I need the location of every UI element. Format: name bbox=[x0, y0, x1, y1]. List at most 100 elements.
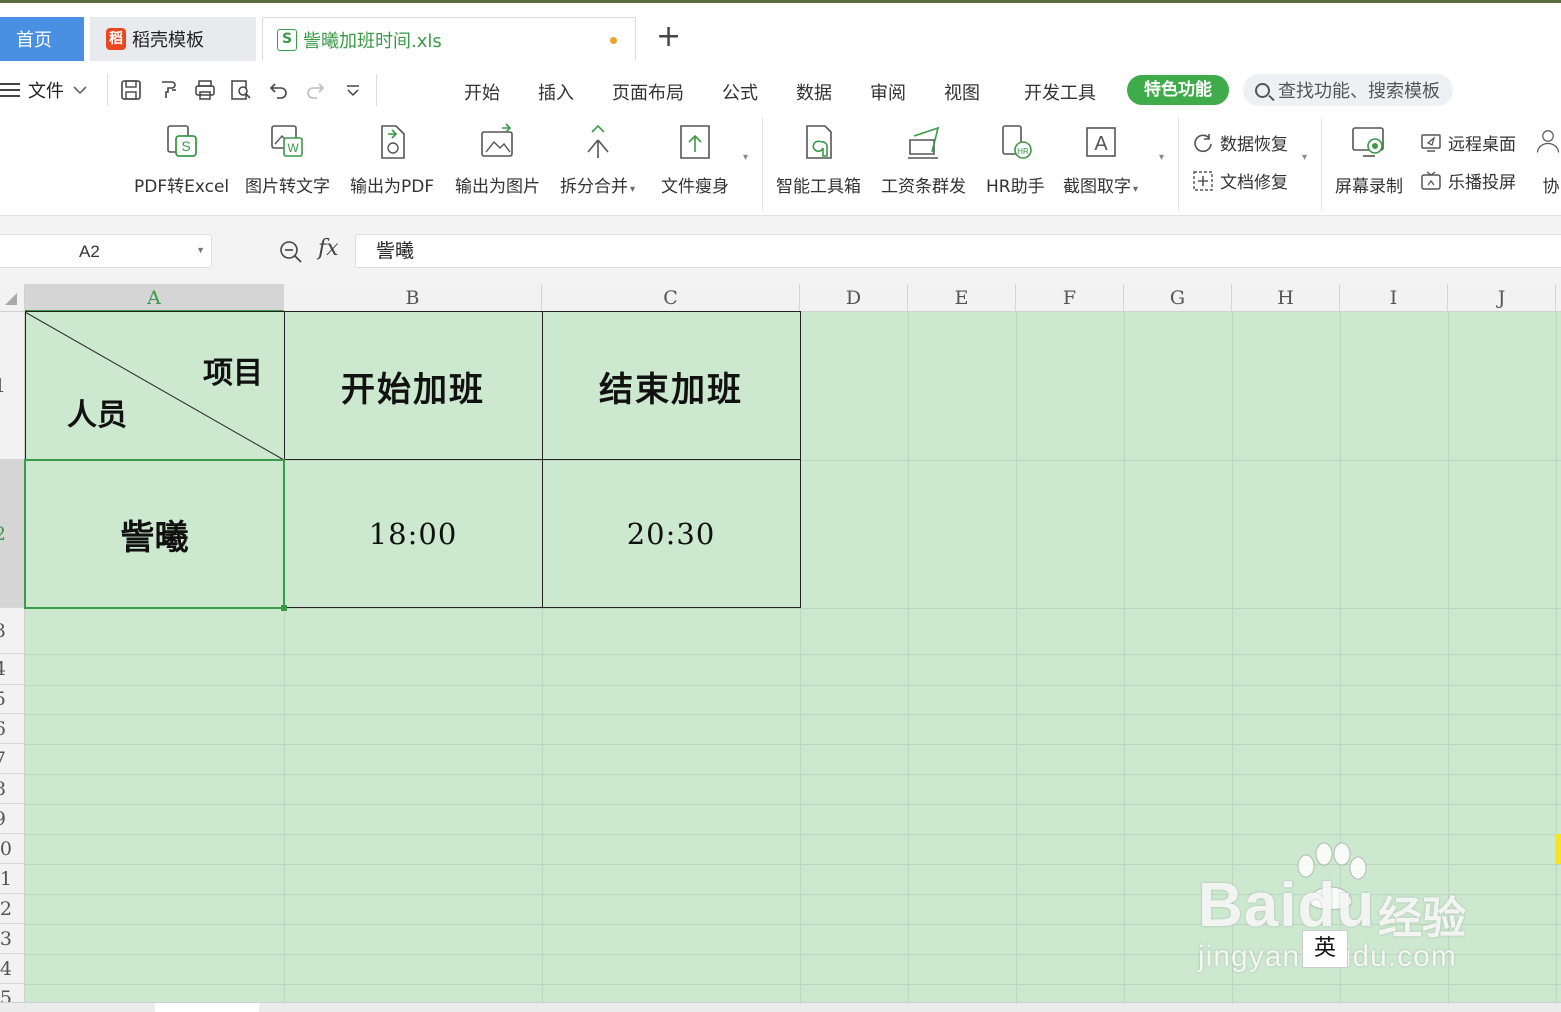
tab-file-label: 訾曦加班时间.xls bbox=[303, 30, 442, 52]
pdf-to-excel-button[interactable]: S PDF转Excel bbox=[134, 118, 229, 197]
fill-handle[interactable] bbox=[281, 605, 287, 611]
format-painter-icon[interactable] bbox=[157, 78, 181, 102]
tool-label: 文档修复 bbox=[1220, 173, 1288, 193]
print-preview-icon[interactable] bbox=[229, 78, 253, 102]
search-box[interactable]: 查找功能、搜索模板 bbox=[1243, 74, 1453, 106]
row-header-4[interactable]: 4 bbox=[0, 654, 25, 685]
row-header-14[interactable]: 14 bbox=[0, 954, 25, 984]
column-header-k[interactable] bbox=[1556, 284, 1561, 312]
svg-text:S: S bbox=[181, 138, 190, 154]
screenshot-ocr-button[interactable]: A 截图取字 ▾ bbox=[1063, 118, 1138, 197]
tab-formulas[interactable]: 公式 bbox=[722, 79, 758, 105]
customize-toolbar-icon[interactable] bbox=[341, 78, 365, 102]
column-header-i[interactable]: I bbox=[1340, 284, 1448, 312]
row-header-3[interactable]: 3 bbox=[0, 608, 25, 654]
ribbon-more-caret-icon[interactable]: ▾ bbox=[743, 152, 748, 163]
column-header-a[interactable]: A bbox=[25, 284, 284, 312]
row-header-7[interactable]: 7 bbox=[0, 744, 25, 774]
column-header-b[interactable]: B bbox=[284, 284, 542, 312]
ribbon-more-caret-icon[interactable]: ▾ bbox=[1302, 152, 1307, 163]
row-header-6[interactable]: 6 bbox=[0, 714, 25, 744]
row-header-5[interactable]: 5 bbox=[0, 685, 25, 714]
new-tab-button[interactable]: + bbox=[656, 22, 681, 52]
divider bbox=[1178, 118, 1179, 210]
tab-templates[interactable]: 稻 稻壳模板 bbox=[90, 17, 256, 61]
diag-label-person: 人员 bbox=[67, 398, 127, 433]
export-image-button[interactable]: 输出为图片 bbox=[455, 118, 540, 197]
tab-review[interactable]: 审阅 bbox=[870, 79, 906, 105]
tool-label: 数据恢复 bbox=[1220, 135, 1288, 155]
tab-page-layout[interactable]: 页面布局 bbox=[612, 79, 684, 105]
column-header-d[interactable]: D bbox=[800, 284, 908, 312]
tool-label: 工资条群发 bbox=[881, 177, 966, 197]
payslip-send-button[interactable]: 工资条群发 bbox=[881, 118, 966, 197]
cell-c2[interactable]: 20:30 bbox=[542, 460, 800, 608]
tab-special-features[interactable]: 特色功能 bbox=[1127, 75, 1229, 105]
cast-screen-button[interactable]: 乐播投屏 bbox=[1420, 168, 1516, 193]
hamburger-icon bbox=[0, 83, 20, 97]
undo-icon[interactable] bbox=[267, 78, 291, 102]
cell-c1[interactable]: 结束加班 bbox=[542, 312, 800, 460]
tab-developer[interactable]: 开发工具 bbox=[1024, 79, 1096, 105]
export-pdf-button[interactable]: 输出为PDF bbox=[350, 118, 434, 197]
sheet-tab-active[interactable] bbox=[155, 1003, 259, 1012]
remote-desktop-button[interactable]: 远程桌面 bbox=[1420, 130, 1516, 155]
split-merge-button[interactable]: 拆分合并 ▾ bbox=[560, 118, 635, 197]
column-header-f[interactable]: F bbox=[1016, 284, 1124, 312]
name-box-value: A2 bbox=[79, 242, 100, 261]
cell-a1[interactable]: 项目 人员 bbox=[25, 312, 284, 460]
insert-function-button[interactable]: fx bbox=[318, 236, 339, 261]
tab-file[interactable]: S 訾曦加班时间.xls bbox=[262, 17, 636, 61]
ribbon-more-caret-icon[interactable]: ▾ bbox=[1159, 152, 1164, 163]
hr-assistant-button[interactable]: HR HR助手 bbox=[986, 118, 1045, 197]
tool-label: 输出为图片 bbox=[455, 177, 540, 197]
smart-toolbox-button[interactable]: 智能工具箱 bbox=[776, 118, 861, 197]
row-header-1[interactable]: 1 bbox=[0, 312, 25, 460]
tool-label: 协 bbox=[1542, 177, 1560, 197]
row-header-8[interactable]: 8 bbox=[0, 774, 25, 804]
tab-view[interactable]: 视图 bbox=[944, 79, 980, 105]
file-menu-button[interactable]: 文件 bbox=[0, 77, 88, 103]
tab-home[interactable]: 首页 bbox=[0, 17, 84, 61]
save-icon[interactable] bbox=[119, 78, 143, 102]
row-header-9[interactable]: 9 bbox=[0, 804, 25, 834]
redo-icon[interactable] bbox=[303, 78, 327, 102]
column-header-j[interactable]: J bbox=[1448, 284, 1556, 312]
gridline bbox=[25, 685, 1561, 686]
zoom-formula-icon[interactable] bbox=[279, 240, 303, 264]
row-header-2[interactable]: 2 bbox=[0, 460, 25, 608]
column-header-c[interactable]: C bbox=[542, 284, 800, 312]
data-recovery-button[interactable]: 数据恢复 bbox=[1192, 130, 1288, 155]
window-top-strip bbox=[0, 0, 1561, 3]
select-all-corner[interactable] bbox=[0, 284, 25, 312]
column-header-g[interactable]: G bbox=[1124, 284, 1232, 312]
formula-input[interactable]: 訾曦 bbox=[355, 234, 1561, 268]
tab-insert[interactable]: 插入 bbox=[538, 79, 574, 105]
print-icon[interactable] bbox=[193, 78, 217, 102]
row-header-13[interactable]: 13 bbox=[0, 924, 25, 954]
name-box[interactable]: A2 ▼ bbox=[0, 234, 212, 268]
tab-start[interactable]: 开始 bbox=[464, 79, 500, 105]
column-header-h[interactable]: H bbox=[1232, 284, 1340, 312]
cell-b1[interactable]: 开始加班 bbox=[284, 312, 542, 460]
tool-label: 屏幕录制 bbox=[1335, 177, 1403, 197]
cell-b2[interactable]: 18:00 bbox=[284, 460, 542, 608]
file-slim-button[interactable]: 文件瘦身 bbox=[661, 118, 729, 197]
ime-mode-indicator[interactable]: 英 bbox=[1302, 930, 1348, 968]
screen-record-button[interactable]: 屏幕录制 bbox=[1335, 118, 1403, 197]
collaborate-button[interactable]: 协 bbox=[1536, 118, 1561, 197]
gridline bbox=[25, 804, 1561, 805]
tab-data[interactable]: 数据 bbox=[796, 79, 832, 105]
image-to-text-button[interactable]: W 图片转文字 bbox=[245, 118, 330, 197]
row-header-12[interactable]: 12 bbox=[0, 894, 25, 924]
formula-bar: A2 ▼ fx 訾曦 bbox=[0, 216, 1561, 284]
doc-repair-button[interactable]: 文档修复 bbox=[1192, 168, 1288, 193]
scroll-marker bbox=[1555, 834, 1561, 864]
row-header-11[interactable]: 11 bbox=[0, 864, 25, 894]
row-header-10[interactable]: 10 bbox=[0, 834, 25, 864]
screen-record-icon bbox=[1352, 127, 1384, 157]
cast-icon bbox=[1421, 170, 1441, 190]
tool-label: PDF转Excel bbox=[134, 177, 230, 197]
chevron-down-icon[interactable]: ▼ bbox=[196, 245, 205, 255]
column-header-e[interactable]: E bbox=[908, 284, 1016, 312]
